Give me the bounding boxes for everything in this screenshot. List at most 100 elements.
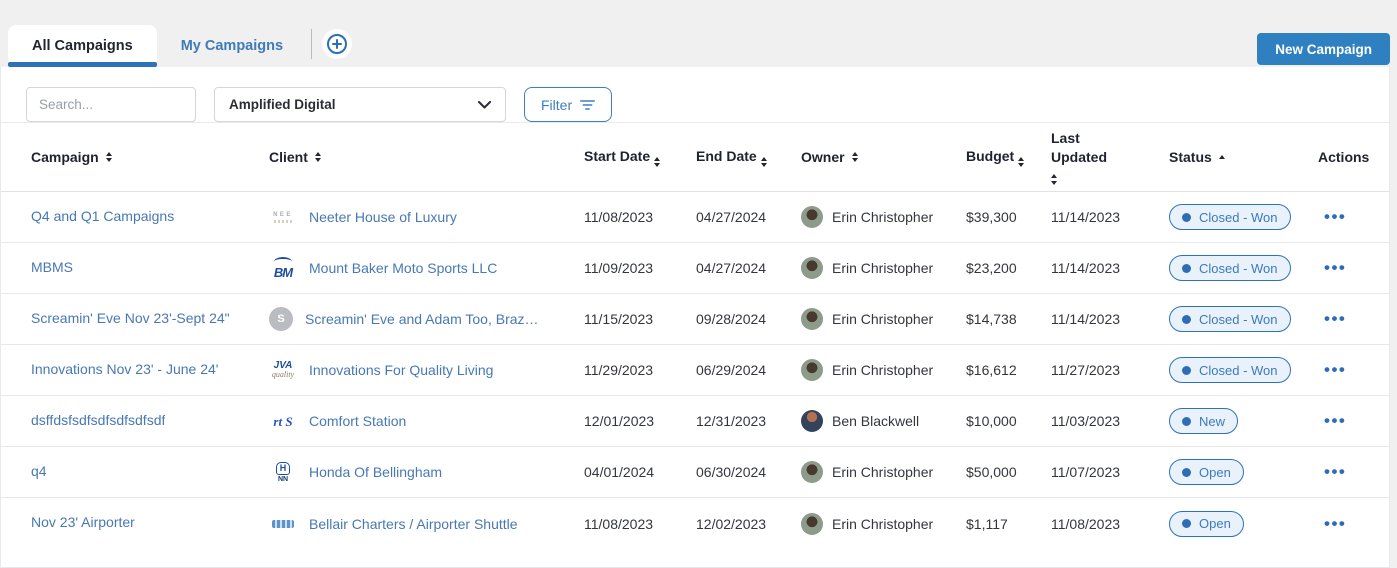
actions-menu-button[interactable]: ••• bbox=[1318, 411, 1346, 430]
status-dot-icon bbox=[1182, 366, 1191, 375]
status-label: Open bbox=[1199, 465, 1231, 480]
last-updated-cell: 11/14/2023 bbox=[1051, 311, 1169, 327]
table-row: Screamin' Eve Nov 23'-Sept 24" S Screami… bbox=[1, 294, 1389, 345]
header-last-updated[interactable]: Last Updated bbox=[1051, 129, 1143, 185]
header-start-date[interactable]: Start Date bbox=[584, 147, 696, 168]
filter-button[interactable]: Filter bbox=[524, 87, 612, 122]
actions-menu-button[interactable]: ••• bbox=[1318, 360, 1346, 379]
header-last-updated-label: Last Updated bbox=[1051, 129, 1129, 167]
campaign-link[interactable]: q4 bbox=[31, 463, 47, 479]
campaign-cell: Innovations Nov 23' - June 24' bbox=[31, 361, 269, 380]
status-label: New bbox=[1199, 414, 1225, 429]
actions-cell: ••• bbox=[1318, 258, 1390, 278]
owner-avatar bbox=[801, 257, 823, 279]
campaign-link[interactable]: Q4 and Q1 Campaigns bbox=[31, 208, 174, 224]
campaign-link[interactable]: MBMS bbox=[31, 259, 73, 275]
owner-avatar bbox=[801, 308, 823, 330]
toolbar: Amplified Digital Filter bbox=[1, 67, 1389, 122]
campaign-link[interactable]: Innovations Nov 23' - June 24' bbox=[31, 361, 218, 377]
end-date-cell: 12/31/2023 bbox=[696, 413, 801, 429]
client-link[interactable]: Neeter House of Luxury bbox=[309, 209, 457, 225]
status-label: Closed - Won bbox=[1199, 210, 1278, 225]
client-cell: rt S Comfort Station bbox=[269, 413, 584, 429]
last-updated-cell: 11/03/2023 bbox=[1051, 413, 1169, 429]
header-client[interactable]: Client bbox=[269, 148, 584, 167]
last-updated-cell: 11/27/2023 bbox=[1051, 362, 1169, 378]
last-updated-cell: 11/14/2023 bbox=[1051, 209, 1169, 225]
header-owner[interactable]: Owner bbox=[801, 148, 966, 167]
new-campaign-button[interactable]: New Campaign bbox=[1257, 33, 1390, 65]
owner-avatar bbox=[801, 461, 823, 483]
actions-menu-button[interactable]: ••• bbox=[1318, 207, 1346, 226]
plus-circle-icon bbox=[325, 32, 349, 56]
budget-cell: $10,000 bbox=[966, 413, 1051, 429]
client-link[interactable]: Bellair Charters / Airporter Shuttle bbox=[309, 516, 518, 532]
client-logo-icon: JVA quality bbox=[269, 361, 297, 379]
actions-menu-button[interactable]: ••• bbox=[1318, 309, 1346, 328]
status-label: Closed - Won bbox=[1199, 261, 1278, 276]
client-logo-text: NEE bbox=[273, 212, 293, 218]
client-link[interactable]: Comfort Station bbox=[309, 413, 406, 429]
header-end-date-label: End Date bbox=[696, 148, 757, 164]
actions-menu-button[interactable]: ••• bbox=[1318, 514, 1346, 533]
sort-icon bbox=[315, 152, 321, 163]
status-dot-icon bbox=[1182, 315, 1191, 324]
client-logo-text: BM bbox=[274, 266, 292, 279]
table-row: q4 H NN Honda Of Bellingham 04/01/2024 0… bbox=[1, 447, 1389, 498]
owner-name: Erin Christopher bbox=[832, 260, 933, 276]
owner-cell: Erin Christopher bbox=[801, 257, 966, 279]
status-cell: Open bbox=[1169, 459, 1318, 485]
header-budget[interactable]: Budget bbox=[966, 147, 1051, 168]
end-date-cell: 06/29/2024 bbox=[696, 362, 801, 378]
header-campaign[interactable]: Campaign bbox=[31, 148, 269, 167]
client-logo-text: H bbox=[276, 462, 291, 475]
tab-my-campaigns[interactable]: My Campaigns bbox=[157, 25, 307, 67]
campaign-link[interactable]: Nov 23' Airporter bbox=[31, 514, 135, 530]
client-logo-icon: BM bbox=[269, 257, 297, 279]
owner-name: Erin Christopher bbox=[832, 516, 933, 532]
client-link[interactable]: Screamin' Eve and Adam Too, Braz… bbox=[305, 311, 539, 327]
client-link[interactable]: Innovations For Quality Living bbox=[309, 362, 493, 378]
owner-name: Erin Christopher bbox=[832, 464, 933, 480]
filter-button-label: Filter bbox=[541, 97, 572, 113]
status-badge: Open bbox=[1169, 511, 1244, 537]
header-budget-label: Budget bbox=[966, 148, 1014, 164]
budget-cell: $14,738 bbox=[966, 311, 1051, 327]
client-cell: H NN Honda Of Bellingham bbox=[269, 462, 584, 483]
actions-menu-button[interactable]: ••• bbox=[1318, 462, 1346, 481]
add-tab-button[interactable] bbox=[322, 29, 352, 59]
budget-cell: $39,300 bbox=[966, 209, 1051, 225]
status-dot-icon bbox=[1182, 468, 1191, 477]
header-end-date[interactable]: End Date bbox=[696, 147, 801, 168]
campaigns-card: Amplified Digital Filter Campaign Client… bbox=[0, 67, 1390, 568]
table-row: dsffdsfsdfsdfsdfsdfsdf rt S Comfort Stat… bbox=[1, 396, 1389, 447]
owner-cell: Erin Christopher bbox=[801, 461, 966, 483]
tab-all-campaigns-label: All Campaigns bbox=[32, 38, 133, 54]
header-status[interactable]: Status bbox=[1169, 148, 1318, 167]
filter-icon bbox=[580, 99, 595, 111]
client-link[interactable]: Honda Of Bellingham bbox=[309, 464, 442, 480]
header-status-label: Status bbox=[1169, 148, 1212, 167]
search-input[interactable] bbox=[26, 87, 196, 122]
owner-avatar bbox=[801, 513, 823, 535]
client-link[interactable]: Mount Baker Moto Sports LLC bbox=[309, 260, 497, 276]
tab-all-campaigns[interactable]: All Campaigns bbox=[8, 25, 157, 67]
end-date-cell: 09/28/2024 bbox=[696, 311, 801, 327]
sort-icon bbox=[1018, 157, 1024, 168]
campaign-link[interactable]: Screamin' Eve Nov 23'-Sept 24" bbox=[31, 310, 230, 326]
client-filter-select[interactable]: Amplified Digital bbox=[214, 87, 506, 122]
client-logo-subtext: NN bbox=[278, 476, 288, 483]
client-logo-text: rt S bbox=[273, 415, 292, 428]
campaign-cell: MBMS bbox=[31, 259, 269, 278]
status-label: Closed - Won bbox=[1199, 363, 1278, 378]
status-cell: Closed - Won bbox=[1169, 204, 1318, 230]
owner-cell: Erin Christopher bbox=[801, 206, 966, 228]
campaign-link[interactable]: dsffdsfsdfsdfsdfsdfsdf bbox=[31, 412, 165, 428]
sort-icon bbox=[761, 157, 767, 168]
start-date-cell: 11/15/2023 bbox=[584, 311, 696, 327]
header-actions: Actions bbox=[1318, 148, 1390, 167]
tab-strip: All Campaigns My Campaigns New Campaign bbox=[0, 0, 1397, 67]
sort-icon bbox=[852, 152, 858, 163]
client-logo-icon: rt S bbox=[269, 415, 297, 428]
actions-menu-button[interactable]: ••• bbox=[1318, 258, 1346, 277]
